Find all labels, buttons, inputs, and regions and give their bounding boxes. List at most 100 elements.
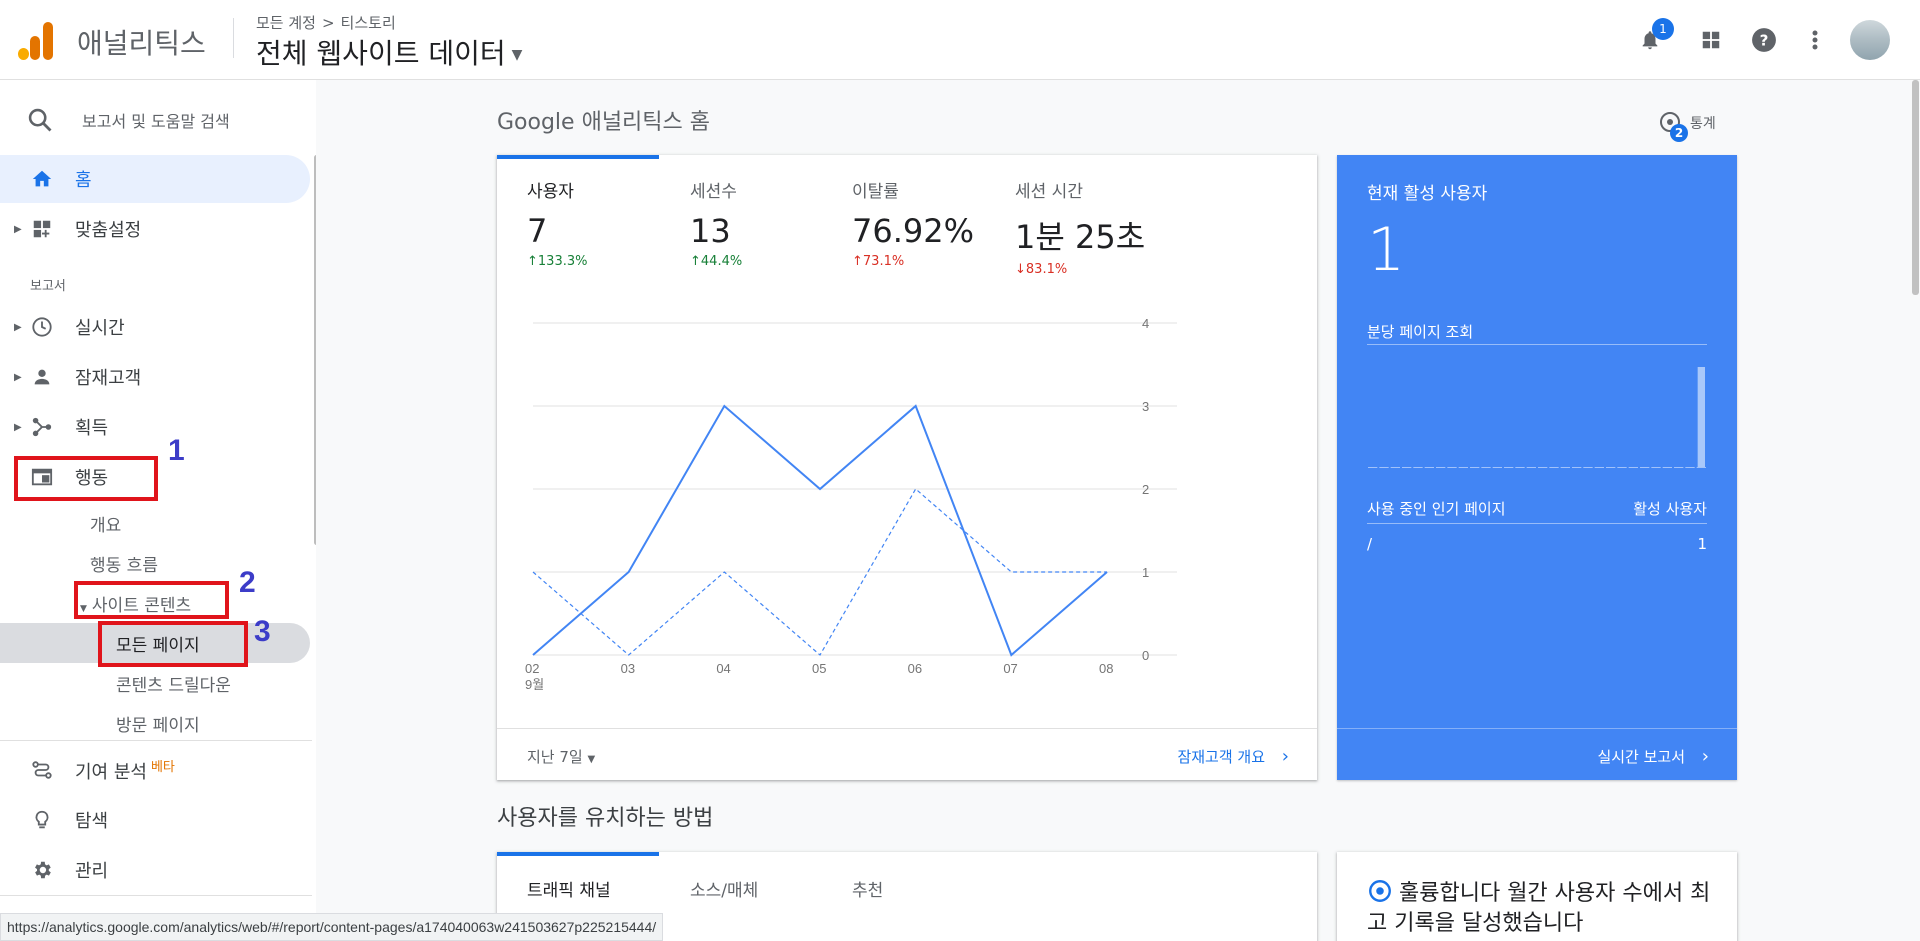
analytics-logo[interactable] (18, 20, 54, 60)
pageview-baseline (1696, 467, 1706, 468)
pageview-baseline (1424, 467, 1434, 468)
lightbulb-icon (30, 808, 54, 832)
sidebar-item-content-drilldown[interactable]: 콘텐츠 드릴다운 (116, 671, 231, 696)
pageview-baseline (1651, 467, 1661, 468)
metric-delta: ↑73.1% (852, 254, 974, 269)
insights-label: 통계 (1690, 116, 1716, 132)
sidebar-item-behavior-overview[interactable]: 개요 (90, 511, 121, 536)
sidebar-item-label: 기여 분석 베타 (75, 756, 175, 784)
dashboard-icon (30, 217, 54, 241)
chevron-down-icon: ▼ (511, 47, 523, 63)
metric-session-duration[interactable]: 세션 시간 1분 25초 ↓83.1% (1015, 177, 1145, 277)
sidebar-scrollbar[interactable] (314, 155, 316, 545)
x-tick-label: 03 (621, 661, 635, 676)
tab-referrals[interactable]: 추천 (852, 876, 883, 901)
metric-label: 세션 시간 (1015, 182, 1083, 202)
metric-users[interactable]: 사용자 7 ↑133.3% (527, 177, 587, 269)
overview-card-footer: 지난 7일 ▼ 잠재고객 개요 › (497, 728, 1317, 780)
sidebar-item-admin[interactable]: 관리 (0, 846, 312, 894)
pageview-baseline (1572, 467, 1582, 468)
active-metric-indicator (497, 155, 659, 159)
date-range-selector[interactable]: 지난 7일 ▼ (527, 746, 595, 767)
y-tick-label: 0 (1142, 648, 1149, 663)
insight-note: 훌륭합니다 월간 사용자 수에서 최고 기록을 달성했습니다 (1367, 878, 1717, 939)
reports-section-label: 보고서 (30, 279, 66, 294)
search-icon (28, 108, 52, 132)
chevron-right-icon: › (1701, 746, 1709, 767)
insight-note-card: 훌륭합니다 월간 사용자 수에서 최고 기록을 달성했습니다 (1337, 852, 1737, 941)
sidebar-item-audience[interactable]: ▶ 잠재고객 (0, 353, 312, 401)
annotation-box-1 (14, 456, 158, 501)
attribution-label: 기여 분석 (75, 762, 147, 783)
y-tick-label: 2 (1142, 482, 1149, 497)
insights-count-badge: 2 (1670, 124, 1688, 142)
metric-delta-value: 83.1% (1025, 262, 1068, 277)
realtime-card-footer: 실시간 보고서 › (1337, 728, 1737, 780)
pageview-baseline (1640, 467, 1650, 468)
more-vert-icon[interactable] (1799, 24, 1831, 56)
section-title: 사용자를 유치하는 방법 (497, 806, 714, 831)
realtime-value: 1 (1367, 215, 1406, 285)
pageview-baseline (1515, 467, 1525, 468)
page-scrollbar[interactable] (1912, 80, 1919, 295)
breadcrumb-account[interactable]: 모든 계정 (256, 14, 316, 32)
metric-delta: ↑44.4% (690, 254, 742, 269)
view-selector[interactable]: 전체 웹사이트 데이터 ▼ (256, 32, 522, 72)
y-tick-label: 3 (1142, 399, 1149, 414)
breadcrumb[interactable]: 모든 계정 > 티스토리 (256, 12, 396, 33)
tab-traffic-channel[interactable]: 트래픽 채널 (527, 876, 611, 901)
breadcrumb-property[interactable]: 티스토리 (341, 14, 396, 32)
tab-source-medium[interactable]: 소스/매체 (690, 876, 758, 901)
status-bar-url: https://analytics.google.com/analytics/w… (0, 913, 664, 941)
x-axis-month-label: 9월 (525, 677, 544, 692)
pageviews-mini-chart (1368, 367, 1706, 468)
metric-value: 7 (527, 212, 548, 250)
realtime-report-label: 실시간 보고서 (1597, 748, 1686, 766)
sidebar-item-home[interactable]: 홈 (0, 155, 310, 203)
metric-delta-value: 73.1% (862, 254, 905, 269)
metric-sessions[interactable]: 세션수 13 ↑44.4% (690, 177, 742, 269)
sidebar-item-behavior-flow[interactable]: 행동 흐름 (90, 551, 158, 576)
active-users-header: 활성 사용자 (1633, 500, 1707, 518)
beta-badge: 베타 (150, 760, 175, 775)
sidebar-item-customization[interactable]: ▶ 맞춤설정 (0, 205, 312, 253)
series-line-0 (532, 404, 1108, 657)
metric-bounce-rate[interactable]: 이탈률 76.92% ↑73.1% (852, 177, 974, 269)
arrow-up-icon: ↑ (852, 254, 863, 269)
insights-button[interactable]: 2 통계 (1658, 110, 1716, 142)
search-placeholder: 보고서 및 도움말 검색 (82, 112, 230, 131)
top-page-path[interactable]: / (1367, 535, 1372, 553)
users-line-chart: 0 1 2 3 4 02 03 04 05 06 07 08 9월 (525, 316, 1177, 692)
sidebar-item-label: 잠재고객 (75, 368, 142, 389)
pageview-baseline (1504, 467, 1514, 468)
avatar[interactable] (1850, 20, 1890, 60)
help-icon[interactable]: ? (1748, 24, 1780, 56)
y-tick-label: 1 (1142, 565, 1149, 580)
sidebar: 보고서 및 도움말 검색 홈 ▶ 맞춤설정 보고서 ▶ 실시간 ▶ 잠재고객 ▶… (0, 80, 316, 941)
sidebar-item-label: 실시간 (75, 318, 125, 339)
pageview-baseline (1606, 467, 1616, 468)
insights-icon (1369, 880, 1391, 902)
arrow-up-icon: ↑ (690, 254, 701, 269)
sidebar-item-acquisition[interactable]: ▶ 획득 (0, 403, 312, 451)
audience-overview-link[interactable]: 잠재고객 개요 › (1177, 746, 1289, 767)
pageview-baseline (1560, 467, 1570, 468)
pageview-baseline (1436, 467, 1446, 468)
sidebar-item-discover[interactable]: 탐색 (0, 796, 312, 844)
apps-grid-icon[interactable] (1695, 24, 1727, 56)
chevron-right-icon: ▶ (14, 421, 22, 433)
sidebar-item-realtime[interactable]: ▶ 실시간 (0, 303, 312, 351)
acquisition-icon (30, 415, 54, 439)
sidebar-search[interactable]: 보고서 및 도움말 검색 (26, 106, 230, 134)
chevron-right-icon: ▶ (14, 321, 22, 333)
pageview-baseline (1481, 467, 1491, 468)
sidebar-item-label: 탐색 (75, 811, 109, 832)
annotation-number-1: 1 (168, 434, 185, 467)
pageview-baseline (1685, 467, 1695, 468)
realtime-report-link[interactable]: 실시간 보고서 › (1597, 746, 1709, 767)
y-tick-label: 4 (1142, 316, 1149, 331)
sidebar-item-attribution[interactable]: 기여 분석 베타 (0, 746, 312, 794)
pageview-baseline (1379, 467, 1389, 468)
sidebar-item-landing-pages[interactable]: 방문 페이지 (116, 711, 200, 736)
header-divider (233, 18, 234, 58)
